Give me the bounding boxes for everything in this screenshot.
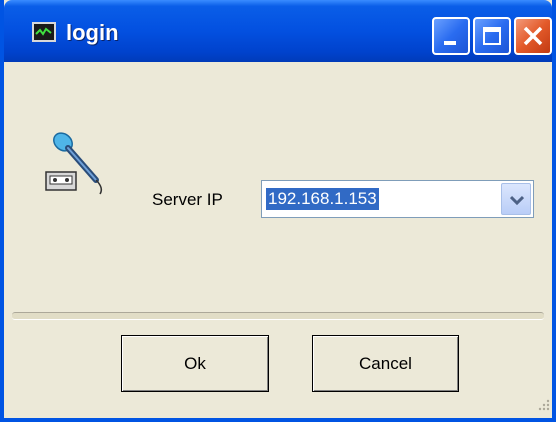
resize-grip[interactable] [536,397,550,416]
close-button[interactable] [514,17,552,55]
server-ip-value[interactable]: 192.168.1.153 [266,188,379,210]
cancel-button[interactable]: Cancel [312,335,459,392]
maximize-button[interactable] [473,17,511,55]
minimize-icon [444,41,456,45]
window-title: login [66,20,119,45]
microphone-cassette-icon [44,128,114,203]
server-ip-combobox[interactable]: 192.168.1.153 [261,180,534,218]
server-ip-label: Server IP [152,190,223,209]
login-window: login Server IP 192.168.1.153 Ok Cancel [0,0,556,422]
minimize-button[interactable] [432,17,470,55]
ok-button[interactable]: Ok [121,335,269,392]
title-bar[interactable]: login [4,0,552,62]
close-icon [523,26,543,46]
maximize-icon [483,27,501,45]
separator [12,312,544,320]
app-monitor-icon[interactable] [32,22,56,42]
chevron-down-icon [510,195,524,206]
dropdown-button[interactable] [501,183,531,215]
